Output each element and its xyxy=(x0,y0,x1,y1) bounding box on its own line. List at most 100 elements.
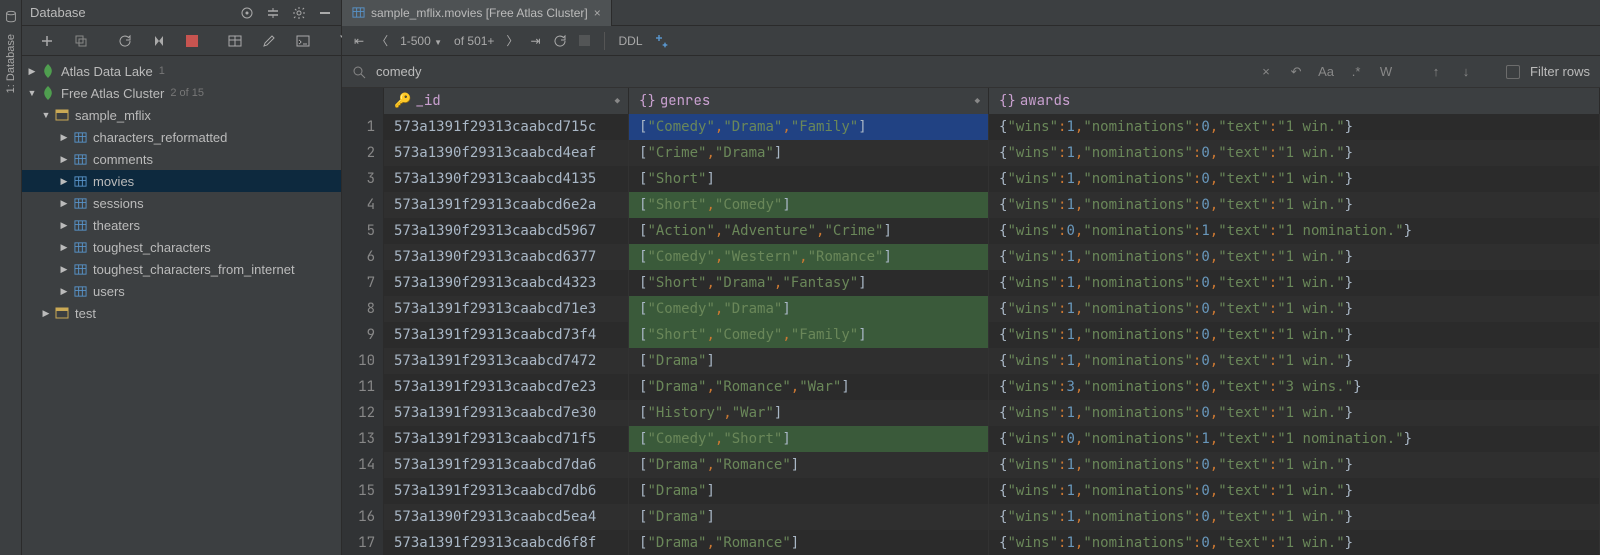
cell-id[interactable]: 573a1391f29313caabcd73f4 xyxy=(384,322,629,348)
ddl-button[interactable]: DDL xyxy=(619,34,643,48)
cell-awards[interactable]: {"wins": 1, "nominations": 0, "text": "1… xyxy=(989,478,1600,504)
next-page-button[interactable]: 〉 xyxy=(506,32,518,49)
table-row[interactable]: 5573a1390f29313caabcd5967["Action", "Adv… xyxy=(342,218,1600,244)
cell-id[interactable]: 573a1391f29313caabcd7e23 xyxy=(384,374,629,400)
prev-match-icon[interactable]: ↑ xyxy=(1426,64,1446,79)
diff-icon[interactable] xyxy=(152,33,166,49)
history-icon[interactable]: ↶ xyxy=(1286,64,1306,80)
cell-genres[interactable]: ["Drama", "Romance"] xyxy=(629,530,989,555)
collapse-icon[interactable] xyxy=(265,5,281,21)
tree-collection-movies[interactable]: ▶movies xyxy=(22,170,341,192)
tree-database-sample-mflix[interactable]: ▼ sample_mflix xyxy=(22,104,341,126)
tree-datasource-cluster[interactable]: ▼ Free Atlas Cluster 2 of 15 xyxy=(22,82,341,104)
tree-collection-toughest-characters[interactable]: ▶toughest_characters xyxy=(22,236,341,258)
row-number[interactable]: 1 xyxy=(342,114,384,140)
cell-genres[interactable]: ["Short", "Drama", "Fantasy"] xyxy=(629,270,989,296)
reload-icon[interactable] xyxy=(553,34,567,48)
row-number[interactable]: 5 xyxy=(342,218,384,244)
cell-genres[interactable]: ["Comedy", "Western", "Romance"] xyxy=(629,244,989,270)
row-number[interactable]: 8 xyxy=(342,296,384,322)
cell-awards[interactable]: {"wins": 1, "nominations": 0, "text": "1… xyxy=(989,348,1600,374)
tree-collection-theaters[interactable]: ▶theaters xyxy=(22,214,341,236)
tree-collection-toughest-characters-from-internet[interactable]: ▶toughest_characters_from_internet xyxy=(22,258,341,280)
next-match-icon[interactable]: ↓ xyxy=(1456,64,1476,79)
cell-genres[interactable]: ["Short", "Comedy"] xyxy=(629,192,989,218)
cell-id[interactable]: 573a1391f29313caabcd7472 xyxy=(384,348,629,374)
table-row[interactable]: 10573a1391f29313caabcd7472["Drama"]{"win… xyxy=(342,348,1600,374)
table-row[interactable]: 17573a1391f29313caabcd6f8f["Drama", "Rom… xyxy=(342,530,1600,555)
cell-id[interactable]: 573a1390f29313caabcd4eaf xyxy=(384,140,629,166)
row-number[interactable]: 14 xyxy=(342,452,384,478)
table-row[interactable]: 14573a1391f29313caabcd7da6["Drama", "Rom… xyxy=(342,452,1600,478)
table-row[interactable]: 8573a1391f29313caabcd71e3["Comedy", "Dra… xyxy=(342,296,1600,322)
cell-genres[interactable]: ["Drama", "Romance"] xyxy=(629,452,989,478)
cell-id[interactable]: 573a1390f29313caabcd5ea4 xyxy=(384,504,629,530)
sort-icon[interactable]: ◆ xyxy=(615,95,620,107)
cell-genres[interactable]: ["History", "War"] xyxy=(629,400,989,426)
cell-id[interactable]: 573a1391f29313caabcd71e3 xyxy=(384,296,629,322)
tab-movies[interactable]: sample_mflix.movies [Free Atlas Cluster]… xyxy=(342,0,612,26)
table-row[interactable]: 11573a1391f29313caabcd7e23["Drama", "Rom… xyxy=(342,374,1600,400)
table-row[interactable]: 16573a1390f29313caabcd5ea4["Drama"]{"win… xyxy=(342,504,1600,530)
cell-awards[interactable]: {"wins": 1, "nominations": 0, "text": "1… xyxy=(989,166,1600,192)
cell-id[interactable]: 573a1391f29313caabcd7da6 xyxy=(384,452,629,478)
tree-collection-sessions[interactable]: ▶sessions xyxy=(22,192,341,214)
cell-id[interactable]: 573a1391f29313caabcd7db6 xyxy=(384,478,629,504)
minimize-icon[interactable] xyxy=(317,5,333,21)
refresh-icon[interactable] xyxy=(118,33,132,49)
table-row[interactable]: 2573a1390f29313caabcd4eaf["Crime", "Dram… xyxy=(342,140,1600,166)
target-icon[interactable] xyxy=(239,5,255,21)
table-row[interactable]: 6573a1390f29313caabcd6377["Comedy", "Wes… xyxy=(342,244,1600,270)
last-page-button[interactable]: ⇥ xyxy=(530,34,540,48)
table-row[interactable]: 7573a1390f29313caabcd4323["Short", "Dram… xyxy=(342,270,1600,296)
table-row[interactable]: 4573a1391f29313caabcd6e2a["Short", "Come… xyxy=(342,192,1600,218)
row-number[interactable]: 13 xyxy=(342,426,384,452)
row-number[interactable]: 17 xyxy=(342,530,384,555)
row-number[interactable]: 3 xyxy=(342,166,384,192)
search-input[interactable] xyxy=(376,64,1246,79)
tool-window-rail[interactable]: 1: Database xyxy=(0,0,22,555)
cell-awards[interactable]: {"wins": 1, "nominations": 0, "text": "1… xyxy=(989,452,1600,478)
table-icon[interactable] xyxy=(228,33,242,49)
add-icon[interactable] xyxy=(40,33,54,49)
gear-icon[interactable] xyxy=(291,5,307,21)
filter-rows-checkbox[interactable] xyxy=(1506,65,1520,79)
first-page-button[interactable]: ⇤ xyxy=(354,34,364,48)
edit-icon[interactable] xyxy=(262,33,276,49)
cell-awards[interactable]: {"wins": 1, "nominations": 0, "text": "1… xyxy=(989,114,1600,140)
row-number[interactable]: 2 xyxy=(342,140,384,166)
duplicate-icon[interactable] xyxy=(74,33,88,49)
cell-awards[interactable]: {"wins": 3, "nominations": 0, "text": "3… xyxy=(989,374,1600,400)
cell-awards[interactable]: {"wins": 1, "nominations": 0, "text": "1… xyxy=(989,270,1600,296)
words-icon[interactable]: W xyxy=(1376,64,1396,79)
cell-awards[interactable]: {"wins": 1, "nominations": 0, "text": "1… xyxy=(989,504,1600,530)
row-number[interactable]: 7 xyxy=(342,270,384,296)
row-number[interactable]: 4 xyxy=(342,192,384,218)
cell-genres[interactable]: ["Short", "Comedy", "Family"] xyxy=(629,322,989,348)
cell-id[interactable]: 573a1391f29313caabcd715c xyxy=(384,114,629,140)
cell-awards[interactable]: {"wins": 1, "nominations": 0, "text": "1… xyxy=(989,400,1600,426)
database-tree[interactable]: ▶ Atlas Data Lake 1 ▼ Free Atlas Cluster… xyxy=(22,56,341,555)
table-row[interactable]: 13573a1391f29313caabcd71f5["Comedy", "Sh… xyxy=(342,426,1600,452)
row-number[interactable]: 9 xyxy=(342,322,384,348)
row-number[interactable]: 16 xyxy=(342,504,384,530)
cell-awards[interactable]: {"wins": 0, "nominations": 1, "text": "1… xyxy=(989,426,1600,452)
data-grid[interactable]: 🔑_id◆ {}genres◆ {}awards 1573a1391f29313… xyxy=(342,88,1600,555)
stop-icon[interactable] xyxy=(186,33,198,49)
row-number[interactable]: 10 xyxy=(342,348,384,374)
cell-awards[interactable]: {"wins": 1, "nominations": 0, "text": "1… xyxy=(989,322,1600,348)
cell-genres[interactable]: ["Drama"] xyxy=(629,504,989,530)
cell-awards[interactable]: {"wins": 0, "nominations": 1, "text": "1… xyxy=(989,218,1600,244)
close-icon[interactable]: × xyxy=(594,6,601,20)
row-number[interactable]: 12 xyxy=(342,400,384,426)
cell-id[interactable]: 573a1390f29313caabcd5967 xyxy=(384,218,629,244)
match-case-icon[interactable]: Aa xyxy=(1316,64,1336,79)
cell-genres[interactable]: ["Drama", "Romance", "War"] xyxy=(629,374,989,400)
cell-awards[interactable]: {"wins": 1, "nominations": 0, "text": "1… xyxy=(989,192,1600,218)
regex-icon[interactable]: .* xyxy=(1346,64,1366,79)
cell-genres[interactable]: ["Comedy", "Drama"] xyxy=(629,296,989,322)
column-header-awards[interactable]: {}awards xyxy=(989,88,1600,114)
page-range[interactable]: 1-500 ▼ xyxy=(400,34,442,48)
console-icon[interactable] xyxy=(296,33,310,49)
table-row[interactable]: 9573a1391f29313caabcd73f4["Short", "Come… xyxy=(342,322,1600,348)
